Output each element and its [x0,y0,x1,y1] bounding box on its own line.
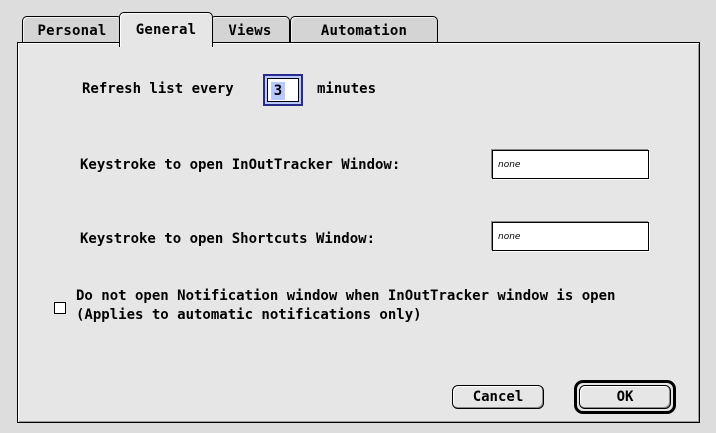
refresh-unit-label: minutes [317,81,377,97]
shortcuts-keystroke-value: none [498,232,521,242]
refresh-label: Refresh list every [82,81,234,97]
shortcuts-keystroke-field[interactable]: none [492,222,649,251]
cancel-button-label: Cancel [472,389,524,405]
tab-automation[interactable]: Automation [290,16,438,45]
notification-label-line1: Do not open Notification window when InO… [76,288,616,304]
tab-general-label: General [135,22,197,38]
shortcuts-keystroke-label: Keystroke to open Shortcuts Window: [80,231,376,247]
tab-views-label: Views [228,23,272,39]
tracker-keystroke-label: Keystroke to open InOutTracker Window: [80,157,401,173]
tab-personal[interactable]: Personal [22,16,122,45]
refresh-minutes-value: 3 [271,82,285,100]
refresh-minutes-input[interactable]: 3 [263,74,303,106]
general-panel: Refresh list every 3 minutes Keystroke t… [17,42,700,423]
tab-automation-label: Automation [320,23,408,39]
ok-button[interactable]: OK [579,385,671,409]
notification-checkbox[interactable] [54,302,66,314]
cancel-button[interactable]: Cancel [452,385,544,409]
tab-general[interactable]: General [119,12,213,47]
tab-personal-label: Personal [37,23,107,39]
notification-label-line2: (Applies to automatic notifications only… [76,307,422,323]
tracker-keystroke-field[interactable]: none [492,150,649,179]
ok-button-label: OK [616,389,634,405]
tracker-keystroke-value: none [498,160,521,170]
tab-views[interactable]: Views [210,16,290,45]
